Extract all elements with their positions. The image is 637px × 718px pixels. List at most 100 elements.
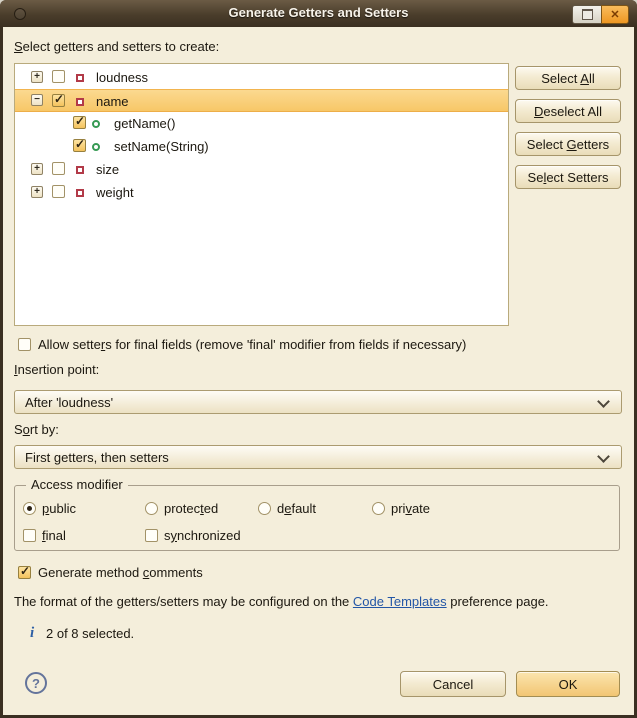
tree-row-size[interactable]: + size — [15, 158, 508, 181]
tree-item-label: getName() — [114, 116, 175, 131]
ok-button[interactable]: OK — [516, 671, 620, 697]
label-text: Se — [528, 170, 544, 185]
help-icon: ? — [32, 676, 40, 691]
radio-private[interactable] — [372, 502, 385, 515]
tree-item-label: size — [96, 162, 119, 177]
access-modifier-group — [14, 485, 620, 551]
allow-setters-checkbox[interactable] — [18, 338, 31, 351]
getter-setter-tree: + loudness − ✓ name ✓ getName() ✓ setNam… — [14, 63, 509, 326]
generate-comments-label: Generate method comments — [38, 565, 203, 580]
default-label: default — [277, 501, 316, 516]
label-text: Select — [541, 71, 580, 86]
check-icon: ✓ — [75, 114, 85, 128]
final-label: final — [42, 528, 66, 543]
mnemonic: A — [580, 71, 589, 86]
chevron-down-icon — [597, 450, 610, 463]
label-text: ublic — [49, 501, 76, 516]
method-icon — [92, 143, 100, 151]
label-text: ll — [589, 71, 595, 86]
sort-by-combo[interactable]: First getters, then setters — [14, 445, 622, 469]
tree-row-weight[interactable]: + weight — [15, 181, 508, 204]
dialog-title: Generate Getters and Setters — [0, 5, 637, 20]
tree-row-getname[interactable]: ✓ getName() — [15, 112, 508, 135]
button-label: Select All — [541, 71, 594, 86]
expand-icon[interactable]: + — [31, 163, 43, 175]
label-text: protec — [164, 501, 200, 516]
synchronized-checkbox[interactable] — [145, 529, 158, 542]
label-text: etters — [577, 137, 610, 152]
deselect-all-button[interactable]: Deselect All — [515, 99, 621, 123]
info-icon: i — [30, 625, 34, 642]
label-text: nchronized — [177, 528, 241, 543]
label-text: rt by: — [30, 422, 59, 437]
code-templates-link[interactable]: Code Templates — [353, 594, 447, 609]
method-icon — [92, 120, 100, 128]
select-tree-label: Select getters and setters to create: — [14, 39, 219, 54]
label-text: ect Setters — [546, 170, 608, 185]
collapse-icon[interactable]: − — [31, 94, 43, 106]
label-text: nsertion point: — [18, 362, 100, 377]
tree-item-label: loudness — [96, 70, 148, 85]
field-icon — [76, 189, 84, 197]
help-button[interactable]: ? — [25, 672, 47, 694]
chevron-down-icon — [597, 395, 610, 408]
mnemonic: D — [534, 104, 543, 119]
label-text: ate — [412, 501, 430, 516]
select-all-button[interactable]: Select All — [515, 66, 621, 90]
private-label: private — [391, 501, 430, 516]
cancel-button[interactable]: Cancel — [400, 671, 506, 697]
close-button[interactable]: ✕ — [601, 5, 629, 24]
label-text: s for final fields (remove 'final' modif… — [105, 337, 466, 352]
button-label: Select Getters — [527, 137, 609, 152]
access-modifier-legend: Access modifier — [26, 477, 128, 492]
label-text: pri — [391, 501, 405, 516]
maximize-button[interactable] — [572, 5, 601, 24]
window-controls: ✕ — [572, 5, 629, 24]
combo-value: After 'loudness' — [25, 395, 113, 410]
radio-dot — [27, 506, 32, 511]
label-text: omments — [149, 565, 202, 580]
select-getters-button[interactable]: Select Getters — [515, 132, 621, 156]
tree-item-label: weight — [96, 185, 134, 200]
allow-setters-label: Allow setters for final fields (remove '… — [38, 337, 466, 352]
label-text: Generate method — [38, 565, 143, 580]
button-label: Select Setters — [528, 170, 609, 185]
tree-row-loudness[interactable]: + loudness — [15, 66, 508, 89]
checkbox[interactable] — [52, 185, 65, 198]
field-icon — [76, 98, 84, 106]
public-label: public — [42, 501, 76, 516]
checkbox-checked[interactable]: ✓ — [73, 116, 86, 129]
radio-protected[interactable] — [145, 502, 158, 515]
checkbox[interactable] — [52, 70, 65, 83]
checkbox-checked[interactable]: ✓ — [73, 139, 86, 152]
checkbox[interactable] — [52, 162, 65, 175]
check-icon: ✓ — [75, 137, 85, 151]
status-text: 2 of 8 selected. — [46, 626, 134, 641]
radio-default[interactable] — [258, 502, 271, 515]
protected-label: protected — [164, 501, 218, 516]
final-checkbox[interactable] — [23, 529, 36, 542]
label-text: inal — [46, 528, 66, 543]
check-icon: ✓ — [20, 564, 30, 578]
radio-public[interactable] — [23, 502, 36, 515]
tree-row-name[interactable]: − ✓ name — [15, 89, 508, 112]
expand-icon[interactable]: + — [31, 186, 43, 198]
label-text: elect getters and setters to create: — [23, 39, 220, 54]
mnemonic: G — [567, 137, 577, 152]
label-text: S — [14, 422, 23, 437]
mnemonic: o — [23, 422, 30, 437]
combo-value: First getters, then setters — [25, 450, 169, 465]
tree-row-setname[interactable]: ✓ setName(String) — [15, 135, 508, 158]
insertion-point-combo[interactable]: After 'loudness' — [14, 390, 622, 414]
label-text: ed — [204, 501, 218, 516]
close-icon: ✕ — [610, 8, 619, 21]
format-note: The format of the getters/setters may be… — [14, 594, 549, 609]
field-icon — [76, 166, 84, 174]
select-setters-button[interactable]: Select Setters — [515, 165, 621, 189]
checkbox-checked[interactable]: ✓ — [52, 94, 65, 107]
generate-comments-checkbox[interactable]: ✓ — [18, 566, 31, 579]
expand-icon[interactable]: + — [31, 71, 43, 83]
generate-getters-setters-dialog: Generate Getters and Setters ✕ Select ge… — [0, 0, 637, 718]
check-icon: ✓ — [54, 92, 64, 106]
note-text: The format of the getters/setters may be… — [14, 594, 353, 609]
